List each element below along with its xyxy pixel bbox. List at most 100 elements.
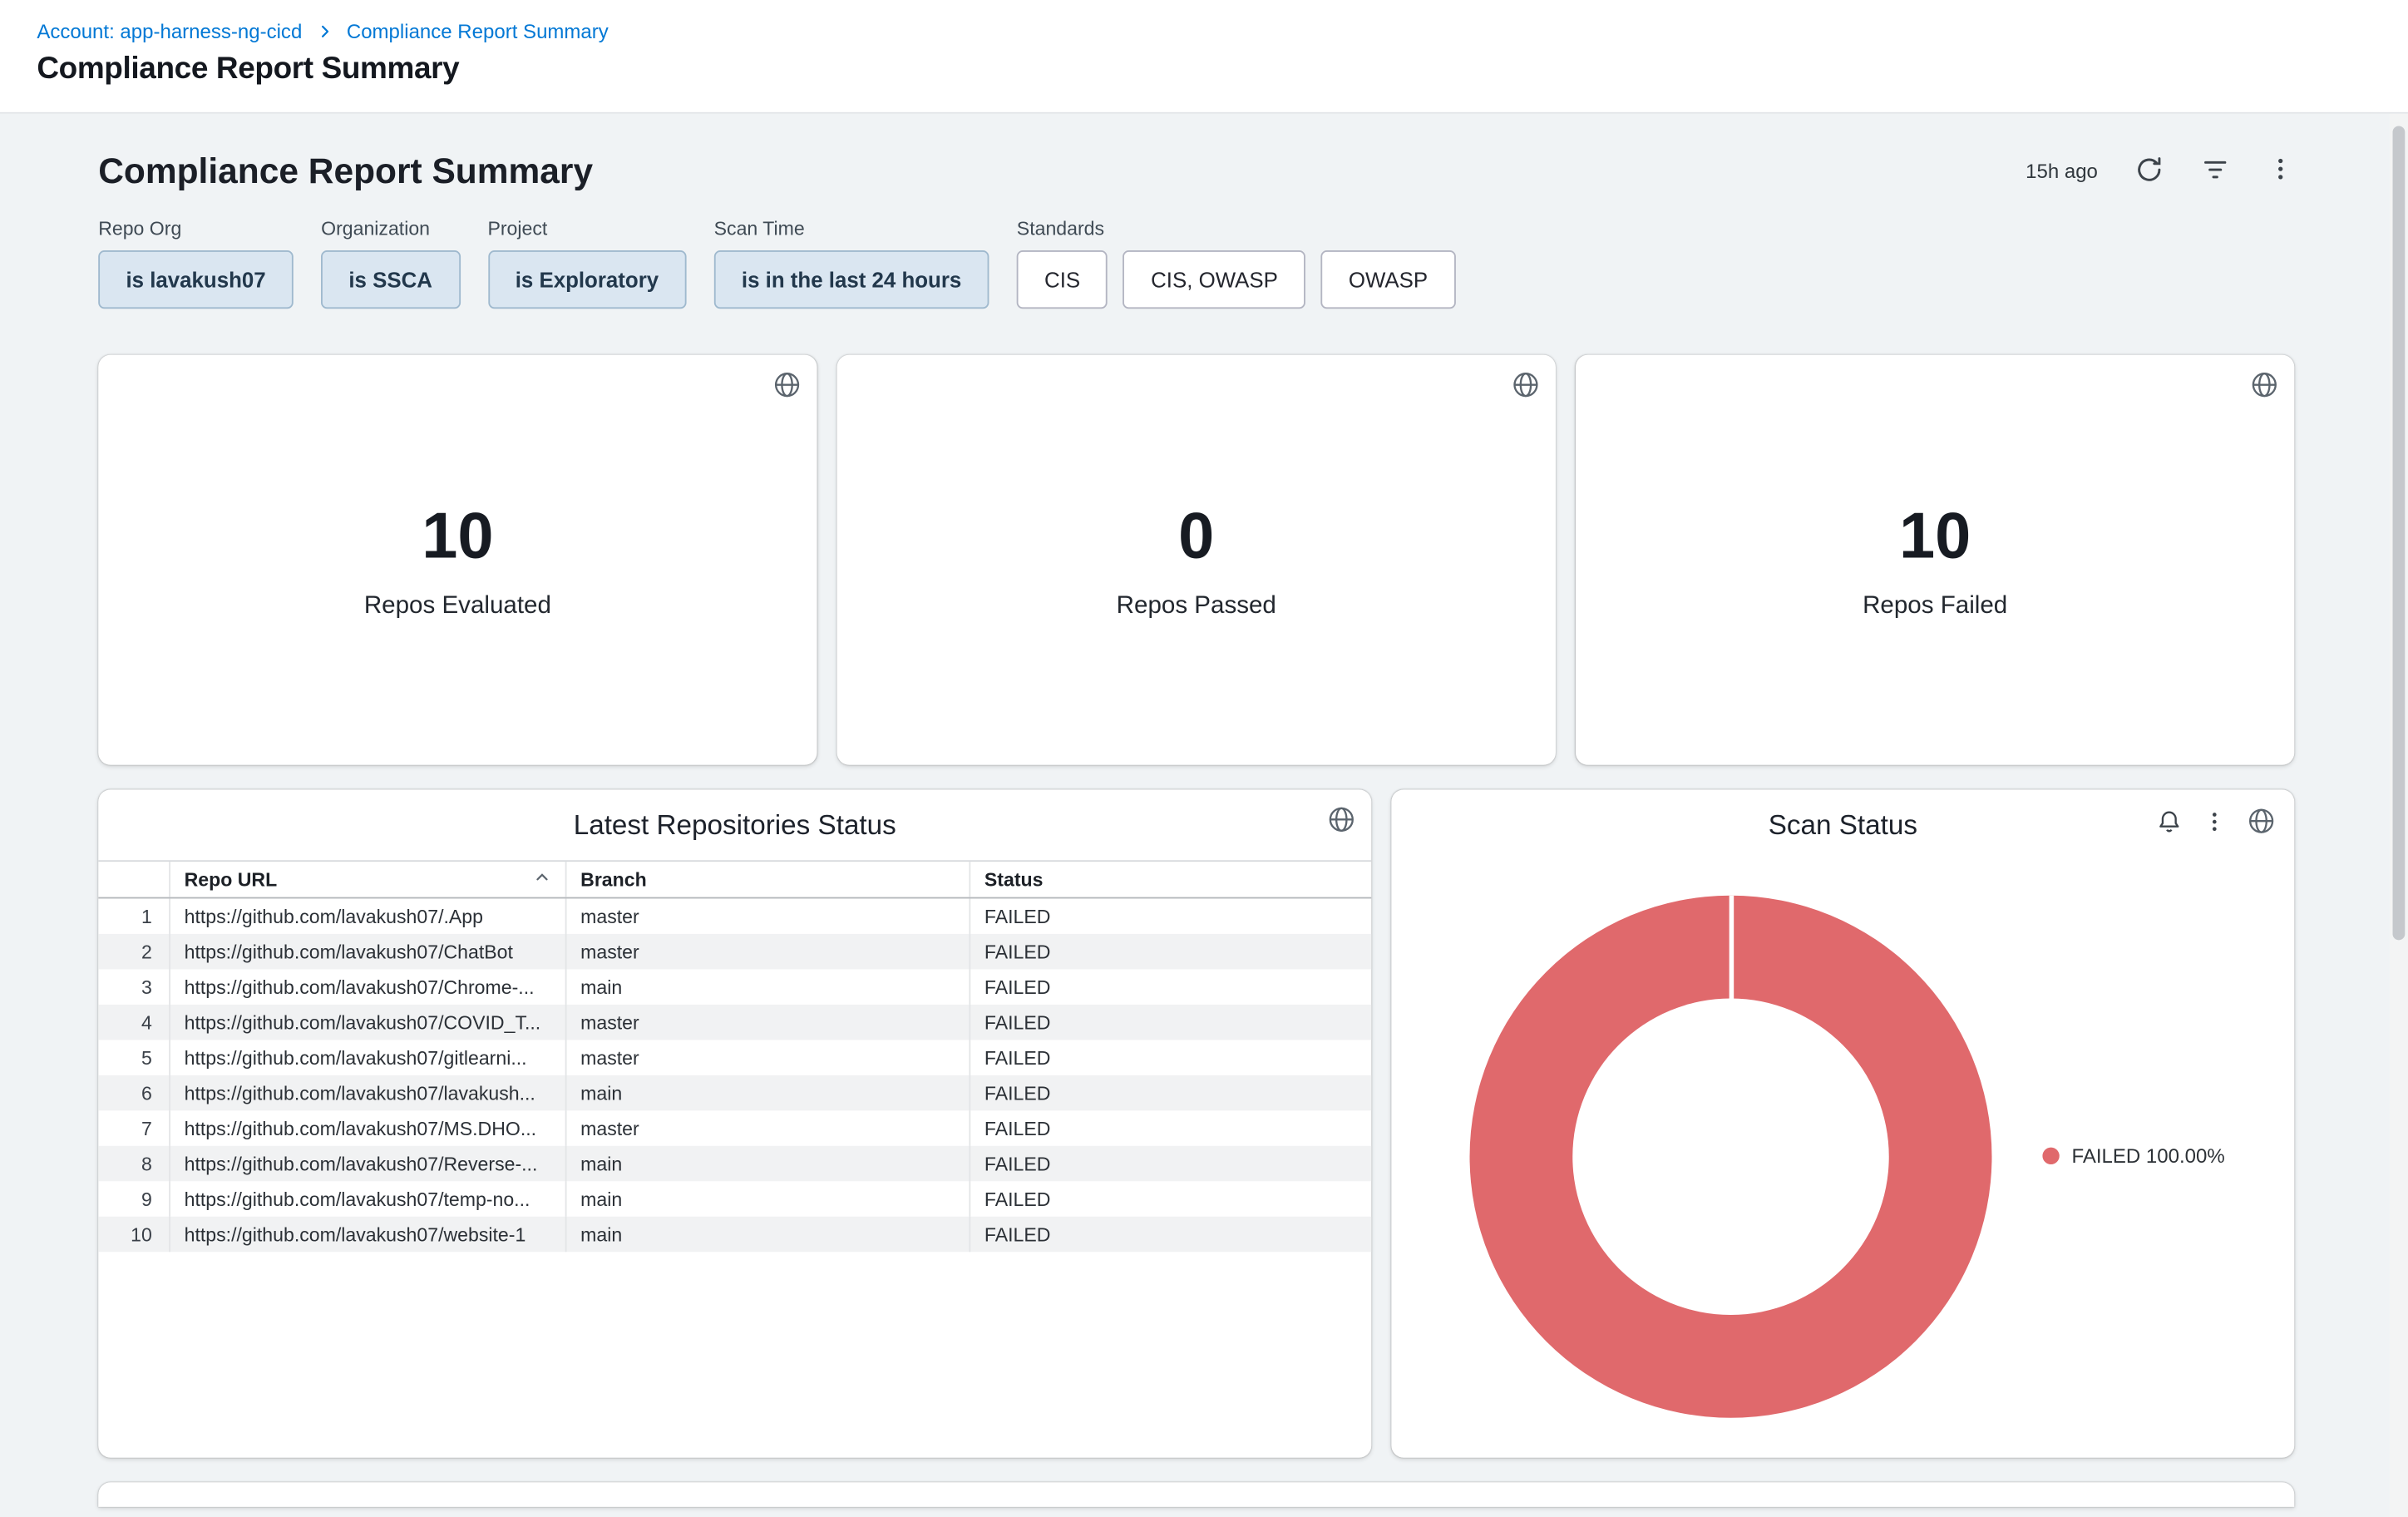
filter-label-organization: Organization: [321, 218, 460, 240]
legend-failed-swatch: [2042, 1148, 2059, 1164]
stat-label: Repos Evaluated: [364, 593, 551, 620]
cell-status: FAILED: [969, 1005, 1371, 1040]
sort-ascending-icon: [533, 868, 551, 892]
scrollbar-thumb[interactable]: [2393, 126, 2406, 940]
stat-cards-row: 10 Repos Evaluated 0 Repos Passed: [98, 355, 2294, 765]
column-header-label: Branch: [580, 868, 647, 890]
filter-group-standards: Standards CIS CIS, OWASP OWASP: [1017, 218, 1456, 309]
more-options-button[interactable]: [2267, 156, 2294, 188]
explore-button[interactable]: [2250, 370, 2279, 404]
cell-branch: master: [565, 898, 970, 933]
globe-icon: [772, 370, 802, 404]
stat-card-repos-failed: 10 Repos Failed: [1576, 355, 2294, 765]
dashboard-actions: 15h ago: [2026, 155, 2294, 189]
cell-repo-url: https://github.com/lavakush07/MS.DHO...: [169, 1110, 565, 1145]
filter-chip-scan-time[interactable]: is in the last 24 hours: [714, 250, 989, 309]
bottom-row: Latest Repositories Status Repo URL Bran…: [98, 789, 2294, 1457]
table-row[interactable]: 9 https://github.com/lavakush07/temp-no.…: [98, 1181, 1371, 1216]
cell-row-number: 10: [98, 1217, 169, 1252]
filter-chip-repo-org[interactable]: is lavakush07: [98, 250, 294, 309]
repositories-table: Repo URL Branch Status 1 https://github.…: [98, 860, 1371, 1252]
breadcrumb-account-link[interactable]: Account: app-harness-ng-cicd: [37, 20, 302, 43]
filter-chip-standards-owasp[interactable]: OWASP: [1321, 250, 1456, 309]
table-row[interactable]: 4 https://github.com/lavakush07/COVID_T.…: [98, 1005, 1371, 1040]
filter-chip-organization[interactable]: is SSCA: [321, 250, 460, 309]
cell-repo-url: https://github.com/lavakush07/lavakush..…: [169, 1075, 565, 1110]
column-header-label: Status: [984, 868, 1044, 890]
alerts-button[interactable]: [2156, 808, 2182, 838]
bell-icon: [2156, 808, 2182, 838]
table-header-row: Repo URL Branch Status: [98, 860, 1371, 898]
column-header-label: Repo URL: [185, 868, 278, 890]
refresh-button[interactable]: [2134, 155, 2164, 189]
table-row[interactable]: 7 https://github.com/lavakush07/MS.DHO..…: [98, 1110, 1371, 1145]
cell-repo-url: https://github.com/lavakush07/.App: [169, 898, 565, 933]
explore-button[interactable]: [2247, 807, 2276, 841]
table-row[interactable]: 5 https://github.com/lavakush07/gitlearn…: [98, 1040, 1371, 1075]
cell-repo-url: https://github.com/lavakush07/ChatBot: [169, 934, 565, 969]
filter-chip-standards-cis-owasp[interactable]: CIS, OWASP: [1123, 250, 1305, 309]
cell-branch: main: [565, 969, 970, 1004]
filter-group-organization: Organization is SSCA: [321, 218, 460, 309]
scrollbar[interactable]: [2390, 114, 2408, 1517]
filter-label-repo-org: Repo Org: [98, 218, 294, 240]
cell-row-number: 9: [98, 1181, 169, 1216]
stat-label: Repos Failed: [1863, 593, 2007, 620]
stat-card-repos-evaluated: 10 Repos Evaluated: [98, 355, 817, 765]
kebab-menu-icon: [2267, 156, 2294, 188]
cell-row-number: 7: [98, 1110, 169, 1145]
chart-legend[interactable]: FAILED 100.00%: [2042, 1144, 2224, 1168]
latest-repositories-card: Latest Repositories Status Repo URL Bran…: [98, 789, 1371, 1457]
globe-icon: [2247, 807, 2276, 841]
row-number-header: [98, 862, 169, 897]
filter-button[interactable]: [2201, 155, 2230, 189]
cell-repo-url: https://github.com/lavakush07/COVID_T...: [169, 1005, 565, 1040]
table-row[interactable]: 6 https://github.com/lavakush07/lavakush…: [98, 1075, 1371, 1110]
explore-button[interactable]: [1327, 805, 1356, 839]
cell-branch: main: [565, 1217, 970, 1252]
dashboard-content: Compliance Report Summary 15h ago: [0, 114, 2390, 1517]
donut-slice-seam: [1729, 896, 1734, 1001]
filter-chip-standards-cis[interactable]: CIS: [1017, 250, 1108, 309]
breadcrumb-current-link[interactable]: Compliance Report Summary: [347, 20, 609, 43]
donut-hole: [1572, 999, 1888, 1315]
cell-row-number: 2: [98, 934, 169, 969]
filter-label-scan-time: Scan Time: [714, 218, 989, 240]
cell-branch: master: [565, 1110, 970, 1145]
cell-repo-url: https://github.com/lavakush07/temp-no...: [169, 1181, 565, 1216]
cell-repo-url: https://github.com/lavakush07/gitlearni.…: [169, 1040, 565, 1075]
table-row[interactable]: 10 https://github.com/lavakush07/website…: [98, 1217, 1371, 1252]
scan-status-donut-chart[interactable]: [1470, 896, 1992, 1418]
tile-more-options-button[interactable]: [2203, 808, 2228, 838]
cell-status: FAILED: [969, 1217, 1371, 1252]
cell-status: FAILED: [969, 934, 1371, 969]
cell-row-number: 1: [98, 898, 169, 933]
dashboard-title: Compliance Report Summary: [98, 151, 593, 192]
filter-chip-project[interactable]: is Exploratory: [487, 250, 686, 309]
page-header: Account: app-harness-ng-cicd Compliance …: [0, 0, 2408, 114]
explore-button[interactable]: [1511, 370, 1540, 404]
filter-label-standards: Standards: [1017, 218, 1456, 240]
column-header-repo-url[interactable]: Repo URL: [169, 862, 565, 897]
table-row[interactable]: 2 https://github.com/lavakush07/ChatBot …: [98, 934, 1371, 969]
column-header-branch[interactable]: Branch: [565, 862, 970, 897]
cell-row-number: 5: [98, 1040, 169, 1075]
explore-button[interactable]: [772, 370, 802, 404]
cell-row-number: 3: [98, 969, 169, 1004]
globe-icon: [1327, 805, 1356, 839]
dashboard-header: Compliance Report Summary 15h ago: [98, 151, 2294, 192]
table-row[interactable]: 8 https://github.com/lavakush07/Reverse-…: [98, 1146, 1371, 1181]
table-row[interactable]: 3 https://github.com/lavakush07/Chrome-.…: [98, 969, 1371, 1004]
chevron-right-icon: [316, 23, 333, 40]
column-header-status[interactable]: Status: [969, 862, 1371, 897]
legend-failed-label: FAILED 100.00%: [2072, 1144, 2225, 1168]
stat-value: 10: [422, 499, 493, 573]
filter-group-repo-org: Repo Org is lavakush07: [98, 218, 294, 309]
refresh-icon: [2134, 155, 2164, 189]
kebab-menu-icon: [2203, 808, 2228, 838]
table-row[interactable]: 1 https://github.com/lavakush07/.App mas…: [98, 898, 1371, 933]
cell-status: FAILED: [969, 1181, 1371, 1216]
cell-row-number: 8: [98, 1146, 169, 1181]
cell-status: FAILED: [969, 1040, 1371, 1075]
last-refreshed-label: 15h ago: [2026, 160, 2098, 183]
